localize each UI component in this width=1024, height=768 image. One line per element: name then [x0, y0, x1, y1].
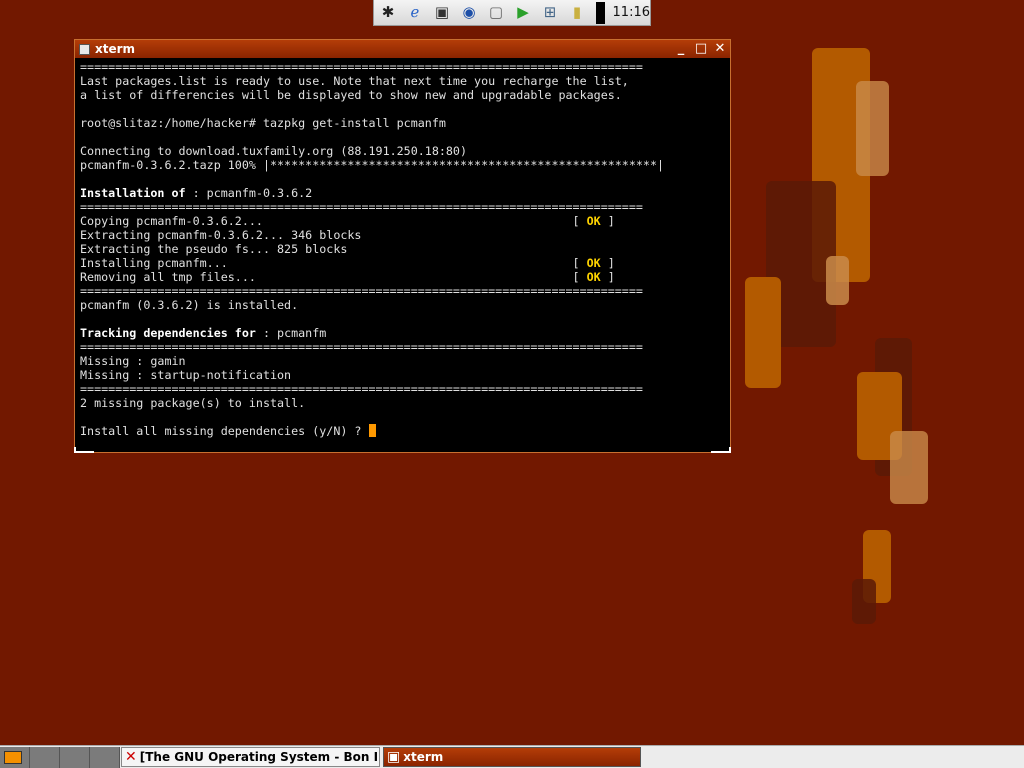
workspace-2[interactable] — [30, 747, 60, 768]
terminal-line: Tracking dependencies for : pcmanfm — [80, 326, 726, 340]
terminal-line: ========================================… — [80, 60, 726, 74]
wallpaper-shape — [826, 256, 849, 305]
terminal-text: ========================================… — [80, 340, 643, 354]
terminal-cursor — [368, 424, 376, 437]
terminal-line: pcmanfm (0.3.6.2) is installed. — [80, 298, 726, 312]
terminal-line: Installation of : pcmanfm-0.3.6.2 — [80, 186, 726, 200]
terminal-line: Installing pcmanfm... [ OK ] — [80, 256, 726, 270]
terminal-text: Extracting pcmanfm-0.3.6.2... 346 blocks — [80, 228, 362, 242]
wallpaper-shape — [856, 81, 889, 176]
web-browser-icon[interactable]: ℯ — [403, 2, 427, 24]
resize-corner-bottom-left[interactable] — [74, 447, 94, 453]
task-label: xterm — [403, 750, 444, 764]
terminal-line: Extracting pcmanfm-0.3.6.2... 346 blocks — [80, 228, 726, 242]
terminal-text: pcmanfm-0.3.6.2.tazp 100% |*************… — [80, 158, 665, 172]
window-titlebar[interactable]: xterm _ □ ✕ — [75, 40, 730, 58]
globe-icon[interactable]: ◉ — [457, 2, 481, 24]
terminal-task-icon: ▣ — [387, 749, 401, 765]
terminal-text: Missing : startup-notification — [80, 368, 292, 382]
taskbar: ✕ [The GNU Operating System - Bon I ▣ xt… — [0, 745, 1024, 768]
workspace-1[interactable] — [0, 747, 30, 768]
start-menu-icon[interactable] — [4, 751, 22, 764]
ok-status: OK — [586, 256, 601, 270]
terminal-line: Last packages.list is ready to use. Note… — [80, 74, 726, 88]
terminal-line: Copying pcmanfm-0.3.6.2... [ OK ] — [80, 214, 726, 228]
panel-blank-slot — [596, 1, 605, 24]
terminal-line: ========================================… — [80, 200, 726, 214]
network-icon[interactable]: ⊞ — [538, 2, 562, 24]
terminal-text: a list of differencies will be displayed… — [80, 88, 622, 102]
ok-status: OK — [586, 270, 601, 284]
terminal-line: ========================================… — [80, 340, 726, 354]
terminal-text: ========================================… — [80, 60, 643, 74]
terminal-text: Last packages.list is ready to use. Note… — [80, 74, 629, 88]
terminal-line: Install all missing dependencies (y/N) ? — [80, 424, 726, 438]
task-browser[interactable]: ✕ [The GNU Operating System - Bon I — [121, 747, 380, 767]
workspace-4[interactable] — [90, 747, 120, 768]
workspace-3[interactable] — [60, 747, 90, 768]
terminal-text: ========================================… — [80, 382, 643, 396]
wallpaper-shape — [745, 277, 781, 388]
terminal-text: pcmanfm (0.3.6.2) is installed. — [80, 298, 299, 312]
terminal-text: Missing : gamin — [80, 354, 186, 368]
terminal-text: 2 missing package(s) to install. — [80, 396, 306, 410]
task-label: [The GNU Operating System - Bon I — [139, 750, 379, 764]
terminal-text: Installation of — [80, 186, 186, 200]
terminal-text: Tracking dependencies for — [80, 326, 256, 340]
terminal-text: ] — [600, 256, 615, 270]
task-xterm[interactable]: ▣ xterm — [383, 747, 641, 767]
battery-icon[interactable]: ▮ — [565, 2, 589, 24]
window-title: xterm — [95, 42, 136, 56]
top-launcher-panel: ✱ ℯ ▣ ◉ ▢ ▶ ⊞ ▮ 11:16 — [373, 0, 651, 26]
browser-task-icon: ✕ — [125, 749, 137, 765]
terminal-line: a list of differencies will be displayed… — [80, 88, 726, 102]
terminal-line: Removing all tmp files... [ OK ] — [80, 270, 726, 284]
panel-clock[interactable]: 11:16 — [613, 5, 650, 20]
media-play-icon[interactable]: ▶ — [511, 2, 535, 24]
terminal-line: ========================================… — [80, 382, 726, 396]
minimize-button[interactable]: _ — [672, 41, 690, 57]
terminal-text: ========================================… — [80, 284, 643, 298]
terminal-text: Connecting to download.tuxfamily.org (88… — [80, 144, 468, 158]
terminal-text: Extracting the pseudo fs... 825 blocks — [80, 242, 348, 256]
resize-corner-bottom-right[interactable] — [711, 447, 731, 453]
launcher-group: ✱ ℯ ▣ ◉ ▢ ▶ ⊞ ▮ — [376, 2, 592, 24]
terminal-text: ========================================… — [80, 200, 643, 214]
image-viewer-icon[interactable]: ▢ — [484, 2, 508, 24]
maximize-button[interactable]: □ — [692, 41, 710, 57]
ok-status: OK — [586, 214, 601, 228]
terminal-text: Install all missing dependencies (y/N) ? — [80, 424, 369, 438]
terminal-text: : pcmanfm-0.3.6.2 — [185, 186, 313, 200]
window-menu-icon[interactable] — [79, 43, 90, 55]
terminal-text: ] — [600, 214, 615, 228]
xterm-window[interactable]: xterm _ □ ✕ ============================… — [74, 39, 731, 453]
terminal-line: root@slitaz:/home/hacker# tazpkg get-ins… — [80, 116, 726, 130]
terminal-text: root@slitaz:/home/hacker# tazpkg get-ins… — [80, 116, 446, 130]
terminal-text: ] — [600, 270, 615, 284]
terminal-text: Installing pcmanfm... [ — [80, 256, 587, 270]
terminal-output[interactable]: ========================================… — [80, 60, 726, 450]
terminal-line: 2 missing package(s) to install. — [80, 396, 726, 410]
terminal-line: Extracting the pseudo fs... 825 blocks — [80, 242, 726, 256]
terminal-line: pcmanfm-0.3.6.2.tazp 100% |*************… — [80, 158, 726, 172]
terminal-line: Missing : startup-notification — [80, 368, 726, 382]
spider-icon[interactable]: ✱ — [376, 2, 400, 24]
wallpaper-shape — [852, 579, 876, 624]
wallpaper-shape — [890, 431, 928, 504]
terminal-icon[interactable]: ▣ — [430, 2, 454, 24]
terminal-line: Missing : gamin — [80, 354, 726, 368]
terminal-text: : pcmanfm — [255, 326, 327, 340]
close-button[interactable]: ✕ — [711, 41, 729, 57]
terminal-line: ========================================… — [80, 284, 726, 298]
terminal-text: Removing all tmp files... [ — [80, 270, 587, 284]
terminal-text: Copying pcmanfm-0.3.6.2... [ — [80, 214, 587, 228]
terminal-line: Connecting to download.tuxfamily.org (88… — [80, 144, 726, 158]
